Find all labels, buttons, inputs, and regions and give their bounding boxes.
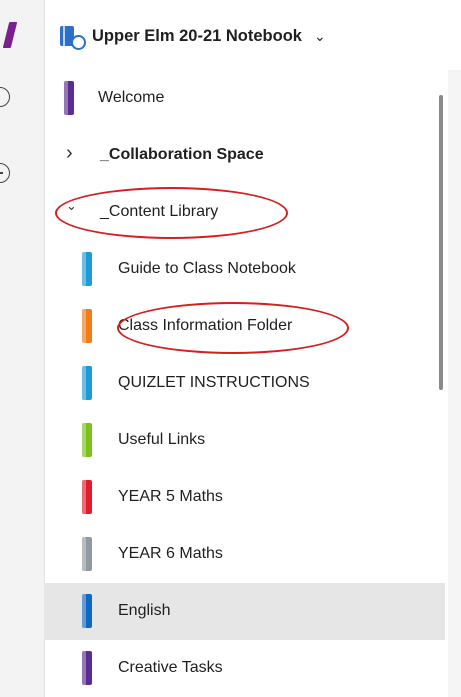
section-tab-icon <box>82 423 92 457</box>
chevron-down-icon[interactable]: ⌄ <box>66 198 77 214</box>
section-tab-icon <box>82 594 92 628</box>
section-label: Guide to Class Notebook <box>118 260 296 277</box>
notebook-title: Upper Elm 20-21 Notebook <box>92 26 302 45</box>
scroll-track <box>448 70 461 697</box>
section-label: Creative Tasks <box>118 659 223 676</box>
section-quizlet-instructions[interactable]: QUIZLET INSTRUCTIONS <box>44 355 445 412</box>
section-group-label: _Content Library <box>100 203 219 220</box>
collapse-icon[interactable] <box>0 163 10 183</box>
section-label: YEAR 5 Maths <box>118 488 223 505</box>
section-guide-to-class-notebook[interactable]: Guide to Class Notebook <box>44 241 445 298</box>
section-english[interactable]: English <box>44 583 445 640</box>
section-label: English <box>118 602 171 619</box>
section-creative-tasks[interactable]: Creative Tasks <box>44 640 445 697</box>
app-nav-rail <box>0 0 45 697</box>
recent-icon[interactable] <box>0 87 10 107</box>
section-tab-icon <box>82 309 92 343</box>
section-year-6-maths[interactable]: YEAR 6 Maths <box>44 526 445 583</box>
notebook-picker[interactable]: Upper Elm 20-21 Notebook ⌄ <box>60 18 450 54</box>
section-tab-icon <box>82 366 92 400</box>
section-tab-icon <box>82 252 92 286</box>
section-label: Useful Links <box>118 431 206 448</box>
section-year-5-maths[interactable]: YEAR 5 Maths <box>44 469 445 526</box>
notebook-sync-icon <box>60 24 86 50</box>
section-group-label: _Collaboration Space <box>100 146 264 163</box>
section-class-information-folder[interactable]: Class Information Folder <box>44 298 445 355</box>
section-group-content-library[interactable]: ⌄ _Content Library <box>44 184 445 241</box>
chevron-down-icon: ⌄ <box>313 27 326 44</box>
section-tab-icon <box>82 651 92 685</box>
section-welcome[interactable]: Welcome <box>44 70 445 127</box>
chevron-right-icon[interactable]: › <box>66 142 73 165</box>
section-tab-icon <box>64 81 74 115</box>
section-label: Class Information Folder <box>118 317 293 334</box>
section-label: Welcome <box>98 89 165 106</box>
section-label: YEAR 6 Maths <box>118 545 223 562</box>
section-group-collaboration-space[interactable]: › _Collaboration Space <box>44 127 445 184</box>
section-label: QUIZLET INSTRUCTIONS <box>118 374 310 391</box>
section-tab-icon <box>82 480 92 514</box>
onenote-accent-icon <box>2 22 18 48</box>
section-tab-icon <box>82 537 92 571</box>
section-useful-links[interactable]: Useful Links <box>44 412 445 469</box>
section-list: Welcome › _Collaboration Space ⌄ _Conten… <box>44 70 445 697</box>
